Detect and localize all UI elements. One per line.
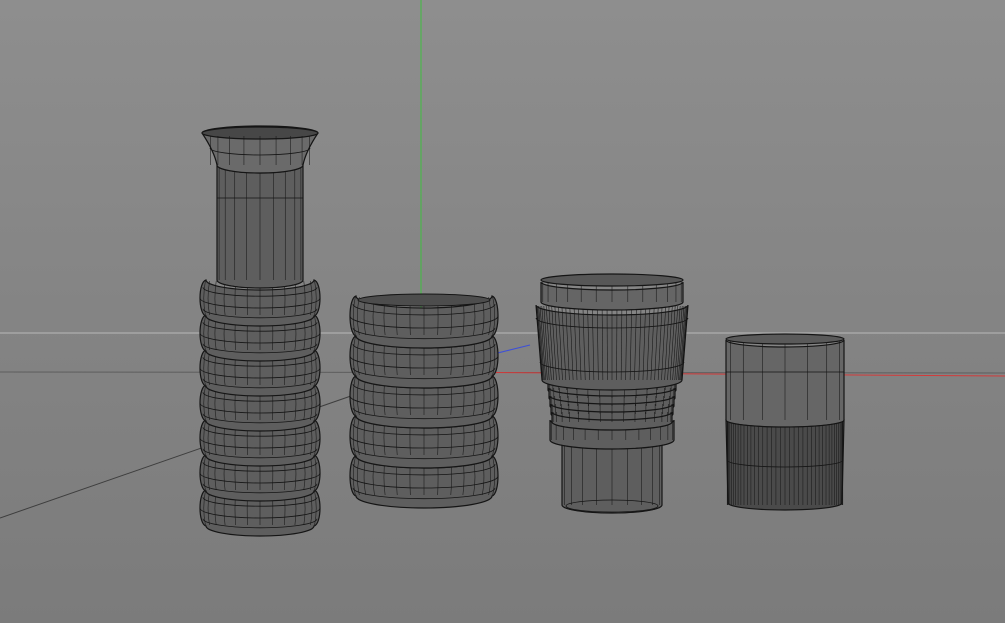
- tumbler-rim: [725, 333, 845, 345]
- torus-top-opening: [357, 293, 491, 307]
- grid-layer: [0, 332, 1005, 519]
- lens-top-rim: [540, 273, 684, 287]
- viewport-scene[interactable]: [0, 0, 1005, 623]
- vase-with-bellows[interactable]: [199, 125, 321, 537]
- 3d-viewport[interactable]: [0, 0, 1005, 623]
- tumbler-glass[interactable]: [725, 333, 845, 511]
- axis-layer: [420, 0, 1005, 377]
- stacked-torus-vase[interactable]: [349, 293, 499, 509]
- lens-shaped-cup[interactable]: [535, 273, 689, 514]
